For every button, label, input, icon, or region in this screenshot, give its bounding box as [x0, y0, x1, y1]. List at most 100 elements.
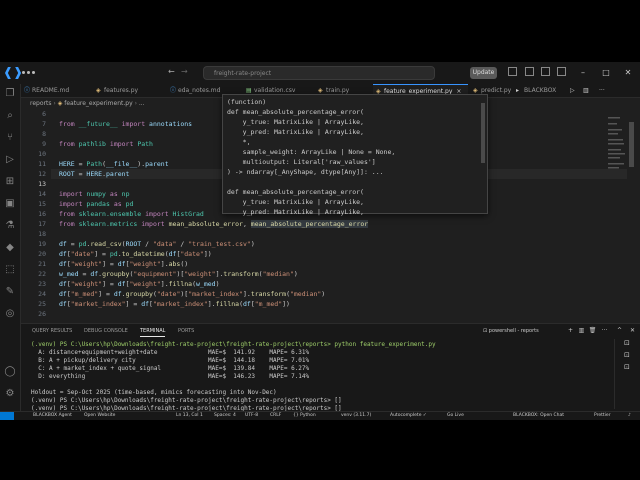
breadcrumb-symbol[interactable]: ... — [139, 100, 145, 107]
hover-line: sample_weight: ArrayLike | None = None, — [227, 148, 396, 156]
search-icon[interactable]: ⌕ — [4, 110, 16, 122]
layout-right-icon[interactable] — [541, 67, 550, 76]
customize-layout-icon[interactable] — [557, 67, 566, 76]
more-actions-icon[interactable]: ··· — [600, 326, 609, 336]
status-interpreter[interactable]: venv (3.11.7) — [341, 412, 371, 420]
line-number: 24 — [38, 290, 46, 298]
notifications-bell-icon[interactable]: ♪ — [628, 412, 631, 420]
terminal-line: A: distance+equipment+weight+date MAE=$ … — [31, 349, 310, 356]
status-bar: BLACKBOX Agent Open Website Ln 13, Col 1… — [0, 411, 640, 420]
hover-line: y_pred: MatrixLike | ArrayLike, — [227, 128, 364, 136]
manage-gear-icon[interactable]: ⚙ — [4, 388, 16, 400]
breadcrumb-folder[interactable]: reports — [30, 100, 51, 107]
tab-features[interactable]: ◈ features.py — [96, 84, 158, 97]
update-button[interactable]: Update — [470, 67, 497, 79]
split-terminal-icon[interactable]: ▥ — [577, 326, 586, 336]
more-actions-icon[interactable]: ··· — [599, 84, 605, 97]
minimap[interactable] — [606, 109, 628, 322]
line-number: 10 — [38, 150, 46, 158]
status-autocomplete[interactable]: Autocomplete ✓ — [390, 412, 427, 420]
line-number: 18 — [38, 230, 46, 238]
python-file-icon: ◈ — [57, 100, 63, 107]
split-editor-icon[interactable]: ▥ — [583, 84, 589, 97]
command-center-search[interactable]: freight-rate-project — [203, 66, 435, 80]
hover-scrollbar[interactable] — [481, 103, 485, 163]
account-icon[interactable]: ◯ — [4, 366, 16, 378]
source-control-icon[interactable]: ⑂ — [4, 132, 16, 144]
tab-readme[interactable]: ⓘ README.md — [24, 84, 87, 97]
status-language[interactable]: {} Python — [293, 412, 316, 420]
maximize-icon[interactable]: □ — [601, 67, 611, 78]
new-terminal-icon[interactable]: + — [566, 326, 575, 336]
code-line: df["weight"] = df["weight"].fillna(w_med… — [59, 280, 220, 288]
layout-left-icon[interactable] — [508, 67, 517, 76]
minimize-icon[interactable]: – — [578, 67, 588, 78]
kill-terminal-icon[interactable]: 🗑 — [588, 326, 597, 336]
activity-bar: ❐ ⌕ ⑂ ▷ ⊞ ▣ ⚗ ◆ ⬚ ✎ ◎ ◯ ⚙ — [0, 84, 21, 411]
code-line: df["weight"] = df["weight"].abs() — [59, 260, 189, 268]
title-bar: ❰❱ ← → freight-rate-project Update – □ ✕ — [0, 62, 640, 85]
tab-terminal[interactable]: TERMINAL — [140, 326, 166, 337]
layout-panel-icon[interactable] — [525, 67, 534, 76]
terminal-line: D: everything MAE=$ 146.23 MAPE= 7.14% — [31, 373, 310, 380]
editor-scrollbar-thumb[interactable] — [629, 122, 634, 167]
run-python-icon[interactable]: ▷ — [570, 84, 575, 97]
status-eol[interactable]: CRLF — [270, 412, 281, 420]
line-number: 19 — [38, 240, 46, 248]
code-line: import pandas as pd — [59, 200, 134, 208]
blackbox-icon[interactable]: ◆ — [4, 242, 16, 254]
python-terminal-icon[interactable]: ⊡ — [624, 351, 634, 361]
line-number: 7 — [42, 120, 46, 128]
line-number: 26 — [38, 310, 46, 318]
hover-line: def mean_absolute_percentage_error( — [227, 108, 364, 116]
status-blackbox-chat[interactable]: BLACKBOX: Open Chat — [513, 412, 564, 420]
status-open-website[interactable]: Open Website — [84, 412, 115, 420]
python-icon[interactable]: ◎ — [4, 308, 16, 320]
forward-arrow-icon[interactable]: → — [181, 67, 188, 76]
chat-icon[interactable]: ✎ — [4, 286, 16, 298]
code-line: w_med = df.groupby("equipment")["weight"… — [59, 270, 298, 278]
back-arrow-icon[interactable]: ← — [168, 67, 175, 76]
blackbox-tab-icon: ▸ — [516, 87, 520, 94]
menu-icon[interactable] — [32, 71, 35, 74]
menu-icon[interactable] — [27, 71, 30, 74]
python-file-icon: ◈ — [96, 87, 101, 94]
status-blackbox-agent[interactable]: BLACKBOX Agent — [33, 412, 72, 420]
docker-icon[interactable]: ⬚ — [4, 264, 16, 276]
line-number: 6 — [42, 110, 46, 118]
close-panel-icon[interactable]: ✕ — [628, 326, 637, 336]
hover-line: def mean_absolute_percentage_error( — [227, 188, 364, 196]
python-terminal-icon[interactable]: ⊡ — [624, 363, 634, 373]
status-cursor-position[interactable]: Ln 13, Col 1 — [176, 412, 203, 420]
status-indentation[interactable]: Spaces: 4 — [214, 412, 236, 420]
line-number: 16 — [38, 210, 46, 218]
terminal-list[interactable]: ⊡ ⊡ ⊡ — [614, 339, 640, 409]
status-prettier[interactable]: Prettier — [594, 412, 611, 420]
line-number: 22 — [38, 270, 46, 278]
line-number: 21 — [38, 260, 46, 268]
remote-explorer-icon[interactable]: ▣ — [4, 198, 16, 210]
line-number: 8 — [42, 130, 46, 138]
remote-indicator-icon[interactable] — [0, 412, 14, 420]
tab-debug-console[interactable]: DEBUG CONSOLE — [84, 326, 128, 336]
breadcrumb: reports › ◈ feature_experiment.py › ... — [30, 99, 145, 108]
terminal-selector[interactable]: ⊡ powershell - reports — [483, 326, 563, 336]
maximize-panel-icon[interactable]: ^ — [615, 326, 624, 336]
menu-icon[interactable] — [22, 71, 25, 74]
tab-blackbox[interactable]: ▸ BLACKBOX — [516, 84, 561, 97]
close-window-icon[interactable]: ✕ — [623, 67, 633, 78]
tab-query-results[interactable]: QUERY RESULTS — [32, 326, 72, 336]
breadcrumb-file[interactable]: feature_experiment.py — [64, 100, 132, 107]
powershell-icon[interactable]: ⊡ — [624, 339, 634, 349]
status-go-live[interactable]: Go Live — [447, 412, 464, 420]
line-number: 12 — [38, 170, 46, 178]
tab-ports[interactable]: PORTS — [178, 326, 194, 336]
hover-line: multioutput: Literal['raw_values'] — [227, 158, 376, 166]
run-debug-icon[interactable]: ▷ — [4, 154, 16, 166]
explorer-icon[interactable]: ❐ — [4, 88, 16, 100]
extensions-icon[interactable]: ⊞ — [4, 176, 16, 188]
hover-line: y_true: MatrixLike | ArrayLike, — [227, 198, 364, 206]
line-number: 23 — [38, 280, 46, 288]
status-encoding[interactable]: UTF-8 — [245, 412, 258, 420]
testing-icon[interactable]: ⚗ — [4, 220, 16, 232]
